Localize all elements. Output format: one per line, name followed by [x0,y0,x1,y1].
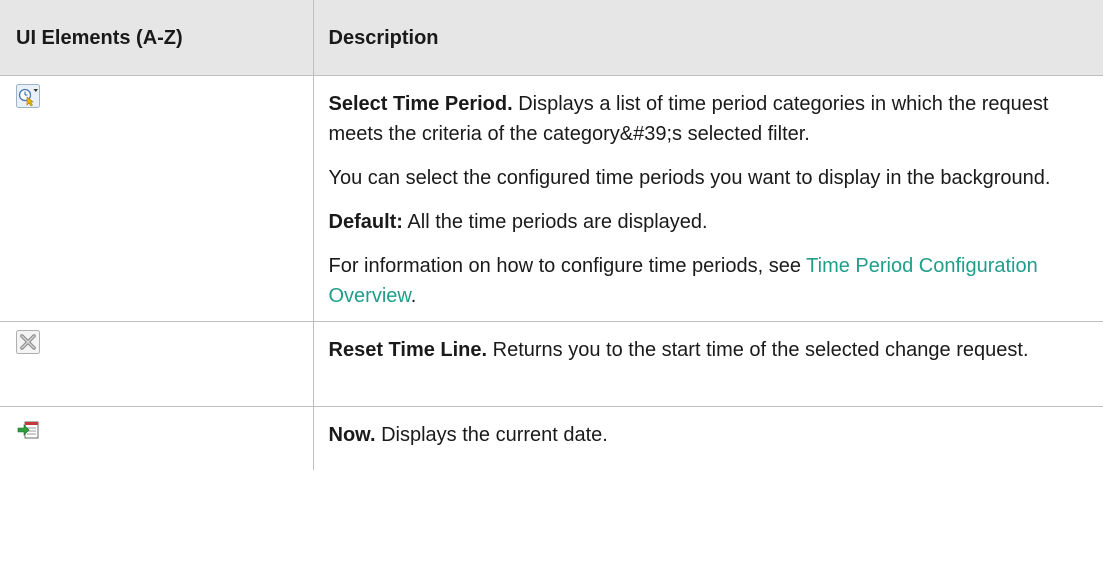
info-suffix: . [410,285,417,307]
description-cell: Now. Displays the current date. [313,407,1103,471]
ui-element-cell [0,321,314,407]
ui-element-cell [0,406,314,470]
element-name: Select Time Period. [328,93,513,115]
table-row: Reset Time Line. Returns you to the star… [0,321,1103,407]
description-paragraph: You can select the configured time perio… [328,167,1051,189]
reset-time-line-icon [16,330,40,354]
table-row: Now. Displays the current date. [0,406,1103,471]
table-header-row: UI Elements (A-Z) Description [0,0,1103,76]
column-header-ui-elements: UI Elements (A-Z) [0,0,314,76]
description-paragraph: Reset Time Line. Returns you to the star… [329,322,1096,365]
description-paragraph: Now. Displays the current date. [329,407,1096,450]
element-name: Reset Time Line. [328,339,488,361]
element-name: Now. [328,424,376,446]
info-prefix: For information on how to configure time… [328,255,807,277]
default-paragraph: Default: All the time periods are displa… [329,207,1096,237]
ui-element-cell [0,75,314,322]
table-row: Select Time Period. Displays a list of t… [0,75,1103,322]
description-cell: Reset Time Line. Returns you to the star… [313,321,1103,407]
column-header-description: Description [313,0,1103,76]
description-text: Returns you to the start time of the sel… [487,339,1029,361]
default-text: All the time periods are displayed. [402,211,708,233]
ui-elements-table: UI Elements (A-Z) Description Select Tim… [0,0,1103,470]
description-cell: Select Time Period. Displays a list of t… [313,75,1103,322]
default-label: Default: [328,211,403,233]
description-text: Displays the current date. [375,424,608,446]
info-paragraph: For information on how to configure time… [329,251,1096,320]
description-paragraph: Select Time Period. Displays a list of t… [329,76,1096,149]
now-icon [16,418,40,442]
select-time-period-icon [16,84,40,108]
